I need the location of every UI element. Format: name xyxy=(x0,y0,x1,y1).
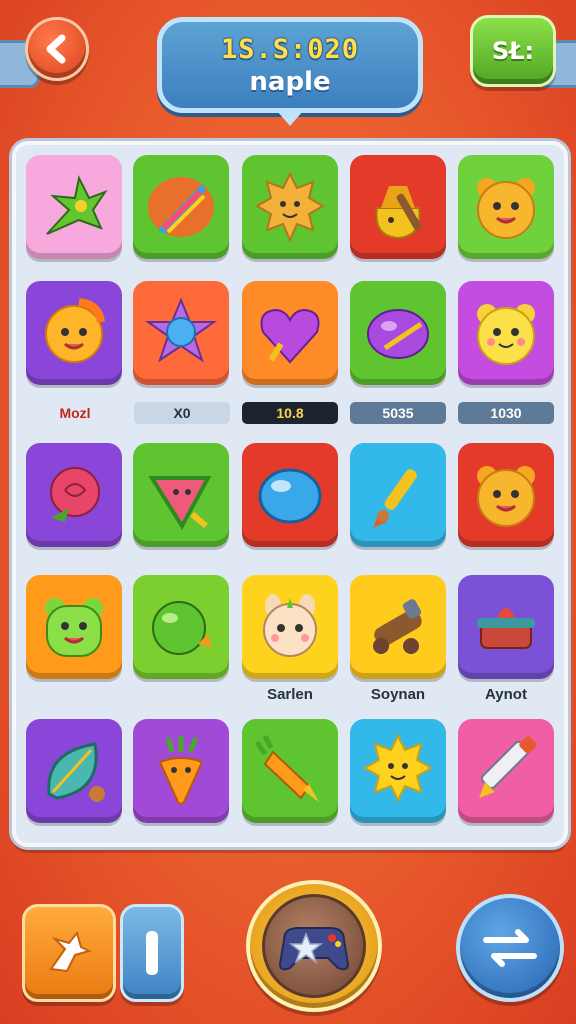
tile-sun-smile[interactable] xyxy=(350,719,446,823)
sun-face-icon xyxy=(45,298,105,363)
tile-spiky-leaf[interactable] xyxy=(26,155,122,259)
back-button[interactable] xyxy=(25,17,89,81)
tile-pencil[interactable] xyxy=(458,719,554,823)
watermelon-icon xyxy=(148,476,212,530)
paintbrush-icon xyxy=(373,469,417,528)
purple-lemon-icon xyxy=(367,309,429,359)
gamepad-star-icon xyxy=(278,927,350,971)
tile-cake-stand[interactable] xyxy=(458,575,554,679)
game-board: Mozl X0 10.8 5035 1030 Sarlen Soynan Aynot xyxy=(12,141,568,847)
blue-orb-icon xyxy=(258,468,322,524)
tile-rose[interactable] xyxy=(26,443,122,547)
purple-heart-gem-icon xyxy=(260,308,320,364)
tile-green-bear[interactable] xyxy=(26,575,122,679)
blue-leaf-icon xyxy=(47,742,105,802)
bear-face-icon xyxy=(477,466,535,527)
carrot-face-icon xyxy=(158,736,204,805)
tile-bunny-face[interactable] xyxy=(242,575,338,679)
tile-value-label: 10.8 xyxy=(242,402,338,424)
tile-sun-face[interactable] xyxy=(26,281,122,385)
carrot-icon xyxy=(254,734,319,802)
sun-smile-icon xyxy=(362,733,434,803)
tile-name-label: Soynan xyxy=(370,686,426,703)
rainbow-feather-icon xyxy=(148,177,214,237)
cake-stand-icon xyxy=(477,608,535,649)
tile-value-label: 1030 xyxy=(458,402,554,424)
tile-bear-face[interactable] xyxy=(458,155,554,259)
bird-button[interactable] xyxy=(22,904,116,1002)
tile-carrot-face[interactable] xyxy=(133,719,229,823)
tile-bear-face[interactable] xyxy=(458,443,554,547)
green-bear-icon xyxy=(45,598,103,657)
swap-button[interactable] xyxy=(456,894,564,1002)
green-apple-icon xyxy=(152,601,212,655)
tile-watermelon[interactable] xyxy=(133,443,229,547)
menu-button[interactable]: SŁ: xyxy=(470,15,556,87)
tile-green-apple[interactable] xyxy=(133,575,229,679)
tile-carrot[interactable] xyxy=(242,719,338,823)
tile-treasure-sack[interactable] xyxy=(350,155,446,259)
spiky-fruit-icon xyxy=(254,171,326,243)
tile-purple-heart-gem[interactable] xyxy=(242,281,338,385)
score-display: 1S.S:020 xyxy=(220,33,360,65)
wooden-cannon-icon xyxy=(373,599,422,654)
chevron-left-icon xyxy=(46,34,66,64)
title-banner: 1S.S:020 naple xyxy=(157,17,423,126)
pause-bar-icon xyxy=(146,931,158,975)
play-button[interactable] xyxy=(246,880,382,1012)
tile-value-label: 5035 xyxy=(350,402,446,424)
play-button-inner xyxy=(262,894,366,998)
tile-wooden-cannon[interactable] xyxy=(350,575,446,679)
tile-paintbrush[interactable] xyxy=(350,443,446,547)
player-name: naple xyxy=(249,66,331,97)
bear-face-icon xyxy=(477,178,535,239)
yellow-bear-icon xyxy=(477,304,535,365)
tile-name-label: Aynot xyxy=(485,686,527,703)
bunny-face-icon xyxy=(263,594,317,657)
tile-name-label: Sarlen xyxy=(267,686,313,703)
tile-blue-orb[interactable] xyxy=(242,443,338,547)
menu-label: SŁ: xyxy=(491,37,535,65)
bird-icon xyxy=(49,930,92,973)
rose-icon xyxy=(50,467,100,522)
spiky-leaf-icon xyxy=(46,174,108,235)
tile-purple-lemon[interactable] xyxy=(350,281,446,385)
exchange-arrows-icon xyxy=(483,929,537,967)
tile-rainbow-feather[interactable] xyxy=(133,155,229,259)
treasure-sack-icon xyxy=(375,186,422,240)
tile-blue-leaf[interactable] xyxy=(26,719,122,823)
tile-crystal-star[interactable] xyxy=(133,281,229,385)
tile-spiky-fruit[interactable] xyxy=(242,155,338,259)
pause-button[interactable] xyxy=(120,904,184,1002)
crystal-star-icon xyxy=(144,297,218,363)
tile-yellow-bear[interactable] xyxy=(458,281,554,385)
tile-value-label: X0 xyxy=(134,402,230,424)
tile-value-label: Mozl xyxy=(59,405,91,421)
pencil-icon xyxy=(479,736,537,798)
